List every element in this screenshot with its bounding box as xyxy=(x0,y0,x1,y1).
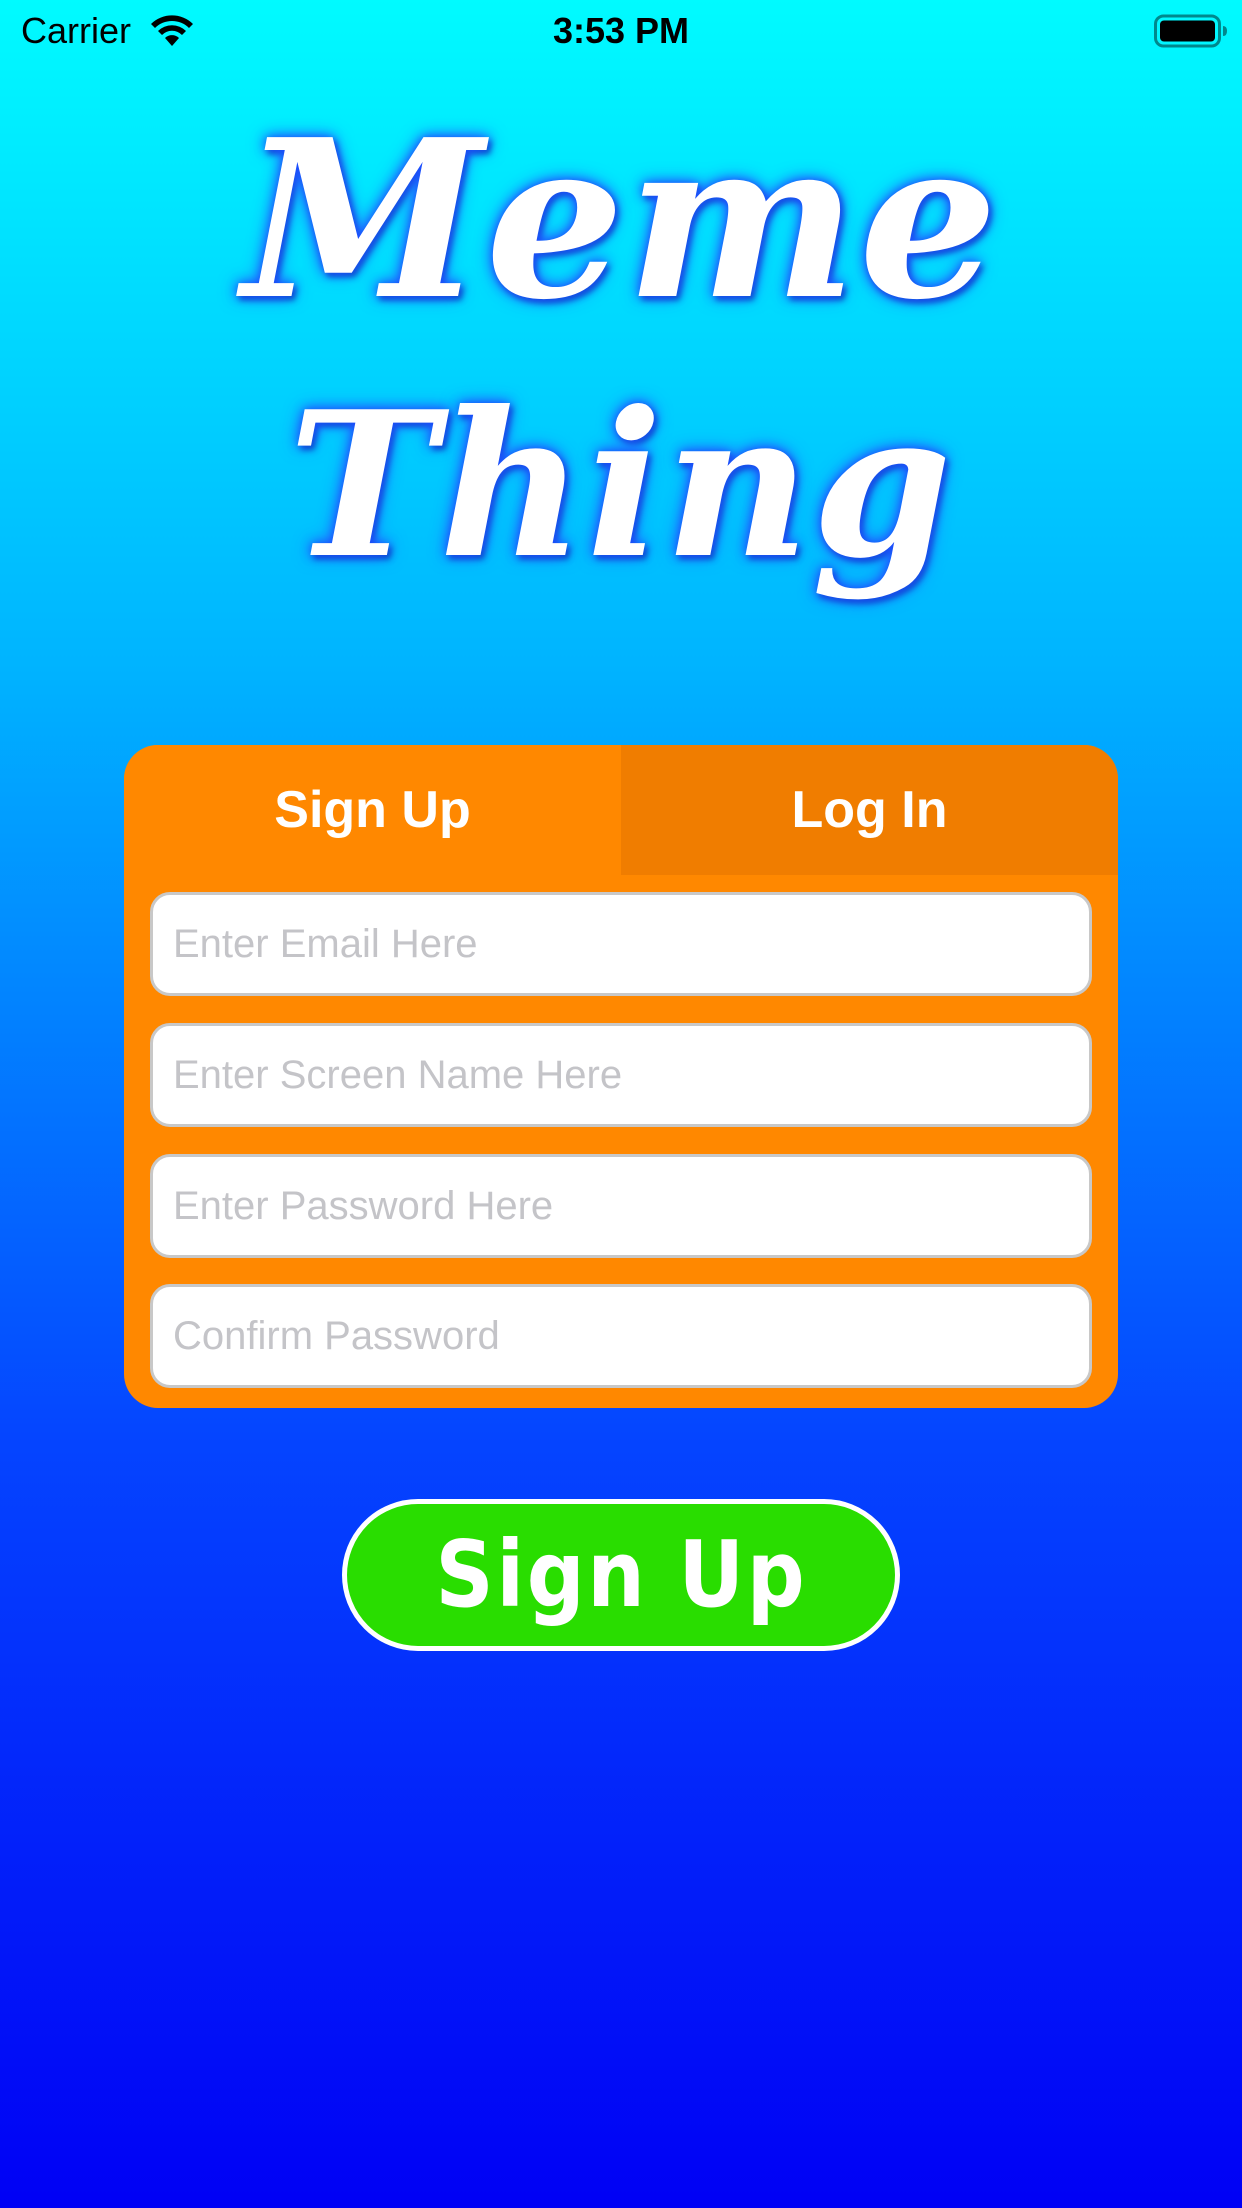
sign-up-button[interactable]: Sign Up xyxy=(342,1499,900,1651)
screen-name-field[interactable] xyxy=(150,1023,1092,1127)
password-field[interactable] xyxy=(150,1154,1092,1258)
app-title-line-2: Thing xyxy=(288,368,954,603)
tab-log-in[interactable]: Log In xyxy=(621,745,1118,875)
auth-form-card: Sign Up Log In xyxy=(124,745,1118,1408)
status-bar: Carrier 3:53 PM xyxy=(0,0,1242,62)
battery-icon xyxy=(1154,14,1227,48)
signup-screen: Carrier 3:53 PM Meme Thing Sign Up Log I… xyxy=(0,0,1242,2208)
email-field[interactable] xyxy=(150,892,1092,996)
sign-up-button-label: Sign Up xyxy=(434,1521,808,1628)
tab-sign-up[interactable]: Sign Up xyxy=(124,745,621,875)
app-title-line-1: Meme xyxy=(242,92,1000,348)
confirm-password-field[interactable] xyxy=(150,1284,1092,1388)
status-time: 3:53 PM xyxy=(552,10,690,51)
